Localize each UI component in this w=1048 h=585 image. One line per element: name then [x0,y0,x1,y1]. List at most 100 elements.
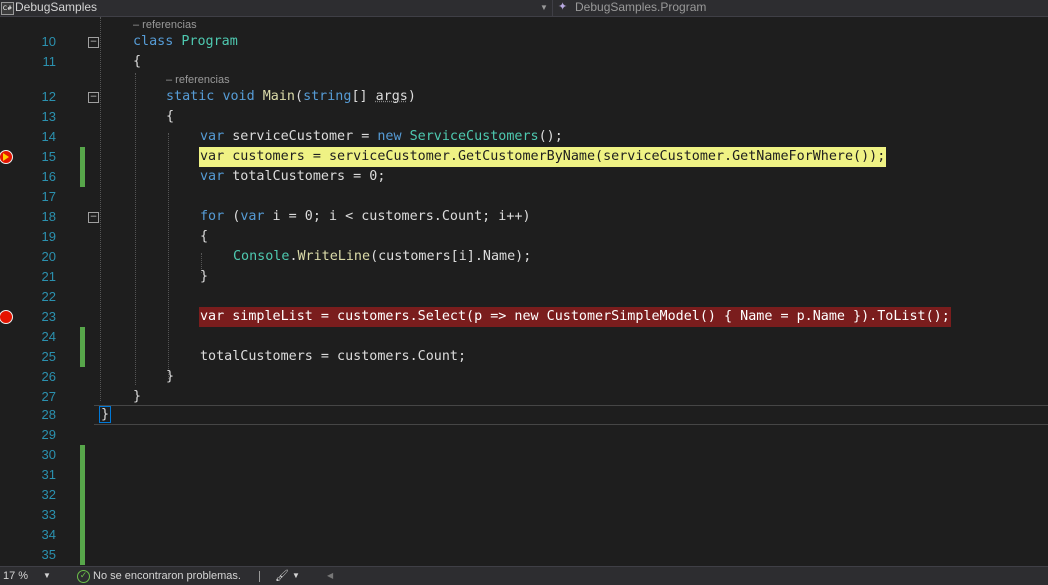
code-text: } [200,269,209,284]
line-number: 26 [41,369,56,384]
csharp-project-icon: C# [1,2,14,15]
breakpoint-line-highlight: var simpleList = customers.Select(p => n… [199,307,951,327]
code-line-11: 11 { [0,52,1048,72]
change-indicator [80,505,85,525]
code-text: { [200,229,209,244]
references-codelens[interactable]: – referencias [166,72,230,88]
change-indicator [80,347,85,367]
line-number: 32 [41,487,56,502]
change-indicator [80,485,85,505]
code-text: } [166,369,175,384]
code-line-18: 18 − for (var i = 0; i < customers.Count… [0,207,1048,227]
code-text: totalCustomers = customers.Count; [200,349,467,364]
code-line-34: 34 [0,525,1048,545]
code-lens-row: – referencias [0,17,1048,33]
line-number: 27 [41,389,56,404]
current-statement-highlight: var customers = serviceCustomer.GetCusto… [199,147,887,167]
line-number: 25 [41,349,56,364]
zoom-level[interactable]: 17 % [3,567,28,585]
code-line-26: 26 } [0,367,1048,387]
collapse-icon[interactable]: − [88,92,99,103]
code-text: { [166,109,175,124]
change-indicator [80,147,85,167]
line-number: 20 [41,249,56,264]
class-icon: ✦ [558,1,568,13]
line-number: 33 [41,507,56,522]
breakpoint-current-statement-icon[interactable] [0,150,13,164]
project-dropdown[interactable]: C# DebugSamples ▼ [0,0,553,16]
editor-status-bar: 17 % ▼ ✓ No se encontraron problemas. 🖌 … [0,566,1048,585]
code-line-33: 33 [0,505,1048,525]
line-number: 11 [42,54,57,69]
code-text: } [133,389,142,404]
line-number: 30 [41,447,56,462]
chevron-down-icon[interactable]: ▼ [292,567,300,585]
code-line-25: 25 totalCustomers = customers.Count; [0,347,1048,367]
code-line-27: 27 } [0,387,1048,407]
code-text: Console.WriteLine(customers[i].Name); [233,249,532,264]
matching-brace-highlight: } [99,406,112,423]
breakpoint-icon[interactable] [0,310,13,324]
change-indicator [80,465,85,485]
code-line-10: 10 − class Program [0,32,1048,52]
code-line-30: 30 [0,445,1048,465]
code-editor[interactable]: – referencias 10 − class Program 11 { – … [0,17,1048,565]
line-number: 16 [41,169,56,184]
code-line-24: 24 [0,327,1048,347]
line-number: 28 [41,407,56,422]
line-number: 13 [41,109,56,124]
code-line-19: 19 { [0,227,1048,247]
chevron-down-icon[interactable]: ▼ [43,567,51,585]
line-number: 18 [41,209,56,224]
code-line-12: 12 − static void Main(string[] args) [0,87,1048,107]
change-indicator [80,327,85,347]
code-line-21: 21 } [0,267,1048,287]
code-text: { [133,54,142,69]
code-text: var serviceCustomer = new ServiceCustome… [200,129,563,144]
line-number: 14 [41,129,56,144]
divider [259,571,260,582]
references-codelens[interactable]: – referencias [133,17,197,33]
code-line-14: 14 var serviceCustomer = new ServiceCust… [0,127,1048,147]
code-line-13: 13 { [0,107,1048,127]
line-number: 22 [41,289,56,304]
change-indicator [80,545,85,565]
code-text: var totalCustomers = 0; [200,169,386,184]
line-number: 12 [41,89,56,104]
collapse-icon[interactable]: − [88,37,99,48]
code-line-35: 35 [0,545,1048,565]
navigation-bar: C# DebugSamples ▼ ✦ DebugSamples.Program [0,0,1048,17]
line-number: 31 [41,467,56,482]
scroll-left-icon[interactable]: ◀ [327,567,333,585]
line-number: 17 [41,189,56,204]
line-number: 19 [41,229,56,244]
line-number: 29 [41,427,56,442]
code-line-20: 20 Console.WriteLine(customers[i].Name); [0,247,1048,267]
code-line-22: 22 [0,287,1048,307]
project-name: DebugSamples [15,0,98,14]
code-line-29: 29 [0,425,1048,445]
code-line-23: 23 var simpleList = customers.Select(p =… [0,307,1048,327]
line-number: 10 [41,34,56,49]
code-line-31: 31 [0,465,1048,485]
code-text: for (var i = 0; i < customers.Count; i++… [200,209,531,224]
member-dropdown[interactable]: ✦ DebugSamples.Program [554,0,1048,16]
change-indicator [80,445,85,465]
line-number: 21 [41,269,56,284]
code-line-15: 15 var customers = serviceCustomer.GetCu… [0,147,1048,167]
code-line-17: 17 [0,187,1048,207]
chevron-down-icon[interactable]: ▼ [540,0,548,15]
line-number: 15 [41,149,56,164]
brush-icon[interactable]: 🖌 [275,567,289,585]
problems-status[interactable]: No se encontraron problemas. [93,567,241,585]
code-text: static void Main(string[] args) [166,89,416,104]
code-line-16: 16 var totalCustomers = 0; [0,167,1048,187]
code-line-28: 28 } [0,405,1048,425]
collapse-icon[interactable]: − [88,212,99,223]
check-circle-icon[interactable]: ✓ [77,570,90,583]
line-number: 24 [41,329,56,344]
code-line-32: 32 [0,485,1048,505]
line-number: 34 [41,527,56,542]
code-lens-row: – referencias [0,72,1048,88]
line-number: 35 [41,547,56,562]
